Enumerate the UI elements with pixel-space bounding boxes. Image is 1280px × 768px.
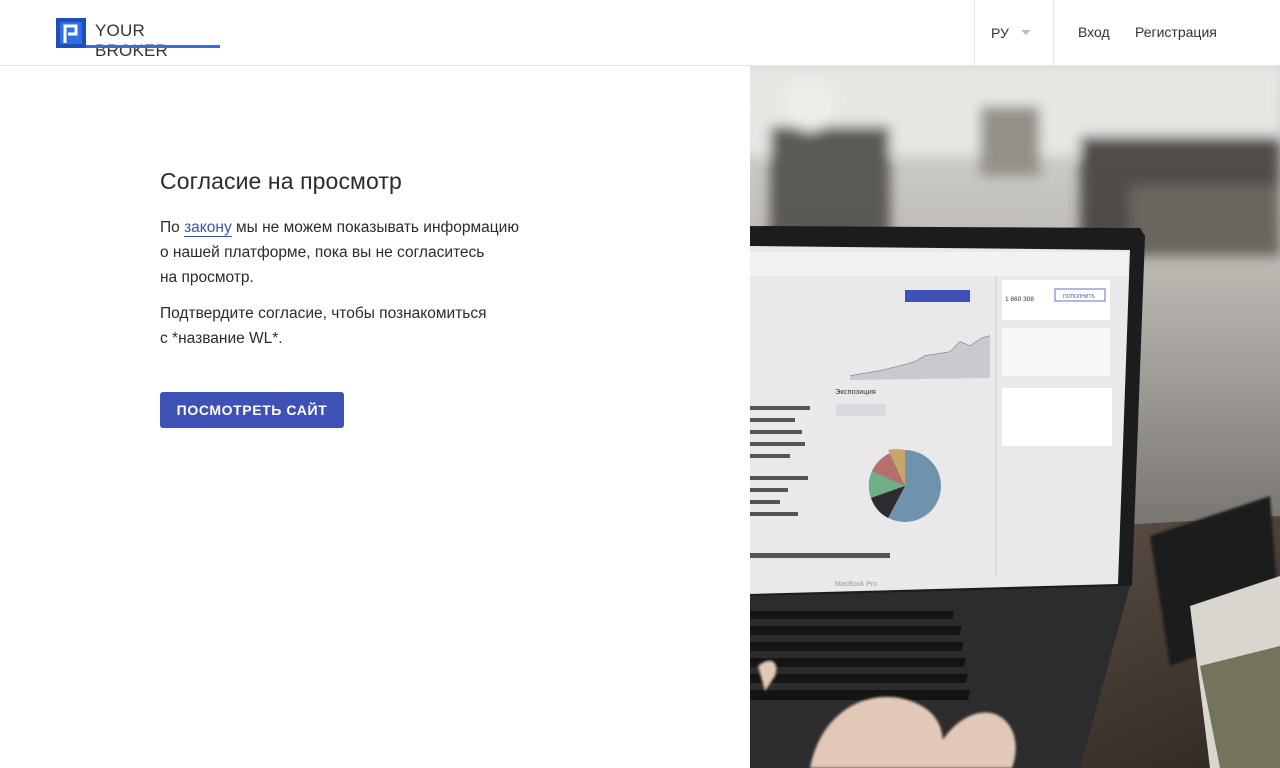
view-site-button[interactable]: ПОСМОТРЕТЬ САЙТ — [160, 392, 344, 428]
screen-button-label: ПОПОЛНИТЬ — [1063, 294, 1095, 300]
hero-image: 1 860 308 ПОПОЛНИТЬ Экспозиция MacBook P… — [750, 66, 1280, 768]
laptop-photo-illustration: 1 860 308 ПОПОЛНИТЬ Экспозиция MacBook P… — [750, 66, 1280, 768]
top-header: YOUR BROKER РУ Вход Регистрация — [0, 0, 1280, 66]
consent-panel: Согласие на просмотр По закону мы не мож… — [160, 168, 580, 351]
page-title: Согласие на просмотр — [160, 168, 402, 194]
law-link[interactable]: закону — [184, 219, 232, 237]
screen-heading: Экспозиция — [835, 387, 876, 396]
paragraph-text: на просмотр. — [160, 269, 254, 286]
language-selector[interactable]: РУ — [974, 0, 1054, 65]
paragraph-text: о нашей платформе, пока вы не согласитес… — [160, 244, 485, 261]
language-label: РУ — [991, 24, 1009, 41]
paragraph-text: мы не можем показывать информацию — [231, 219, 519, 236]
broker-logo-icon — [56, 18, 86, 48]
paragraph-text: По — [160, 219, 185, 236]
consent-paragraph-law: По закону мы не можем показывать информа… — [160, 215, 580, 290]
paragraph-text: Подтвердите согласие, чтобы познакомитьс… — [160, 305, 487, 322]
screen-value: 1 860 308 — [1005, 296, 1034, 303]
brand-name: YOUR BROKER — [95, 21, 168, 60]
consent-paragraph-confirm: Подтвердите согласие, чтобы познакомитьс… — [160, 301, 580, 351]
laptop-brand-label: MacBook Pro — [835, 581, 877, 588]
brand-logo[interactable]: YOUR BROKER — [56, 18, 220, 60]
login-link[interactable]: Вход — [1078, 24, 1110, 40]
paragraph-text: с *название WL*. — [160, 330, 283, 347]
register-link[interactable]: Регистрация — [1135, 24, 1217, 40]
brand-underline — [86, 45, 220, 48]
chevron-down-icon — [1020, 30, 1031, 35]
